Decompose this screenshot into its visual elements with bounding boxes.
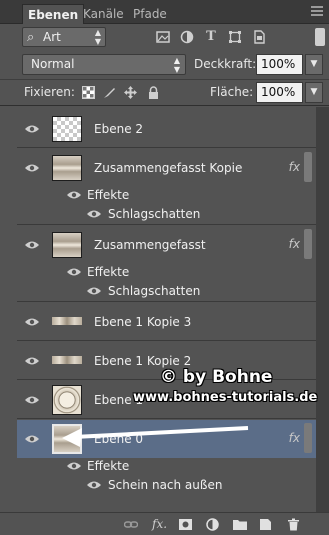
- pointer-arrow-annotation: [62, 426, 249, 447]
- filter-toggle-switch[interactable]: [315, 28, 325, 46]
- fx-icon[interactable]: fx: [289, 160, 300, 174]
- search-icon: ⌕: [27, 30, 35, 45]
- layer-thumbnail: [52, 232, 82, 258]
- eye-icon[interactable]: [67, 190, 81, 200]
- filter-kind-select[interactable]: ⌕ Art ▲ ▼: [22, 27, 106, 47]
- opacity-label: Deckkraft:: [194, 57, 257, 71]
- layer-thumbnail: [52, 348, 82, 374]
- eye-icon[interactable]: [25, 163, 39, 173]
- eye-icon[interactable]: [25, 434, 39, 444]
- effects-label: Effekte: [87, 265, 130, 279]
- effect-row[interactable]: Schlagschatten: [17, 205, 316, 225]
- layer-name: Ebene 1 Kopie 3: [94, 315, 192, 329]
- panel-tab-bar: Ebenen Kanäle Pfade: [0, 0, 329, 24]
- layer-thumbnail: [52, 309, 82, 335]
- layer-thumbnail: [52, 385, 82, 415]
- fill-field[interactable]: 100%: [256, 82, 303, 103]
- mask-icon[interactable]: [179, 518, 192, 531]
- layer-name: Ebene 2: [94, 122, 144, 136]
- opacity-field[interactable]: 100%: [256, 54, 303, 75]
- fx-icon[interactable]: fx: [289, 237, 300, 251]
- effects-row[interactable]: Effekte: [17, 263, 316, 282]
- effects-expand-toggle[interactable]: [304, 229, 312, 259]
- fx-icon[interactable]: fx.: [152, 518, 167, 531]
- eye-icon[interactable]: [87, 480, 101, 490]
- image-filter-icon[interactable]: [156, 30, 170, 44]
- eye-icon[interactable]: [25, 317, 39, 327]
- lock-all-icon[interactable]: [147, 86, 160, 99]
- layer-row[interactable]: Zusammengefasst Kopie fx: [17, 149, 316, 187]
- eye-icon[interactable]: [25, 395, 39, 405]
- opacity-dropdown-icon[interactable]: ▼: [305, 54, 323, 75]
- effects-label: Effekte: [87, 188, 130, 202]
- tab-ebenen[interactable]: Ebenen: [22, 4, 85, 24]
- eye-icon[interactable]: [25, 124, 39, 134]
- adjustment-icon[interactable]: [206, 518, 219, 531]
- eye-icon[interactable]: [87, 209, 101, 219]
- blend-opacity-row: Normal ▲ ▼ Deckkraft: 100% ▼: [0, 50, 329, 80]
- layer-name: Zusammengefasst: [94, 238, 206, 252]
- link-layers-icon[interactable]: [123, 518, 139, 531]
- new-layer-icon[interactable]: [259, 518, 272, 531]
- chevron-updown-icon: ▲ ▼: [173, 56, 180, 74]
- effects-row[interactable]: Effekte: [17, 457, 316, 476]
- effect-row[interactable]: Schlagschatten: [17, 282, 316, 302]
- effects-expand-toggle[interactable]: [304, 423, 312, 453]
- chevron-updown-icon: ▲ ▼: [94, 28, 101, 46]
- effect-name: Schein nach außen: [108, 478, 223, 492]
- layers-scrollbar[interactable]: [316, 107, 329, 512]
- layer-filter-row: ⌕ Art ▲ ▼ T: [0, 24, 329, 50]
- shape-filter-icon[interactable]: [228, 30, 242, 44]
- layer-thumbnail: [52, 116, 82, 142]
- group-icon[interactable]: [233, 518, 247, 531]
- tab-pfade[interactable]: Pfade: [128, 4, 172, 24]
- layer-row[interactable]: Ebene 1 Kopie 3: [17, 303, 316, 341]
- layer-row[interactable]: Zusammengefasst fx: [17, 226, 316, 264]
- eye-icon[interactable]: [67, 267, 81, 277]
- layers-bottom-toolbar: fx.: [0, 512, 329, 535]
- lock-row: Fixieren: Fläche: 100% ▼: [0, 80, 329, 106]
- lock-label: Fixieren:: [24, 85, 75, 99]
- fill-dropdown-icon[interactable]: ▼: [305, 82, 323, 103]
- effects-expand-toggle[interactable]: [304, 152, 312, 182]
- watermark-url: www.bohnes-tutorials.de: [133, 390, 318, 405]
- lock-position-icon[interactable]: [124, 86, 137, 99]
- effects-label: Effekte: [87, 459, 130, 473]
- layer-name: Ebene 1 Kopie 2: [94, 354, 192, 368]
- blend-mode-select[interactable]: Normal ▲ ▼: [22, 54, 186, 75]
- blend-mode-label: Normal: [31, 57, 75, 71]
- eye-icon[interactable]: [67, 461, 81, 471]
- fx-icon[interactable]: fx: [289, 431, 300, 445]
- fill-label: Fläche:: [210, 85, 254, 99]
- lock-transparency-icon[interactable]: [82, 86, 95, 99]
- watermark-copyright: © by Bohne: [160, 367, 273, 387]
- tab-kanaele[interactable]: Kanäle: [78, 4, 129, 24]
- type-filter-icon[interactable]: T: [204, 30, 218, 44]
- panel-menu-icon[interactable]: [311, 6, 323, 16]
- eye-icon[interactable]: [25, 240, 39, 250]
- effects-row[interactable]: Effekte: [17, 186, 316, 205]
- layer-row[interactable]: Ebene 2: [17, 110, 316, 148]
- layer-visibility-column: [0, 107, 17, 512]
- eye-icon[interactable]: [87, 286, 101, 296]
- filter-kind-label: Art: [43, 30, 61, 44]
- smart-object-filter-icon[interactable]: [252, 30, 266, 44]
- adjustment-filter-icon[interactable]: [180, 30, 194, 44]
- lock-pixels-icon[interactable]: [103, 86, 116, 99]
- layer-name: Zusammengefasst Kopie: [94, 161, 243, 175]
- trash-icon[interactable]: [287, 518, 300, 531]
- eye-icon[interactable]: [25, 356, 39, 366]
- effect-name: Schlagschatten: [108, 207, 201, 221]
- effect-row[interactable]: Schein nach außen: [17, 476, 316, 496]
- layer-thumbnail: [52, 155, 82, 181]
- effect-name: Schlagschatten: [108, 284, 201, 298]
